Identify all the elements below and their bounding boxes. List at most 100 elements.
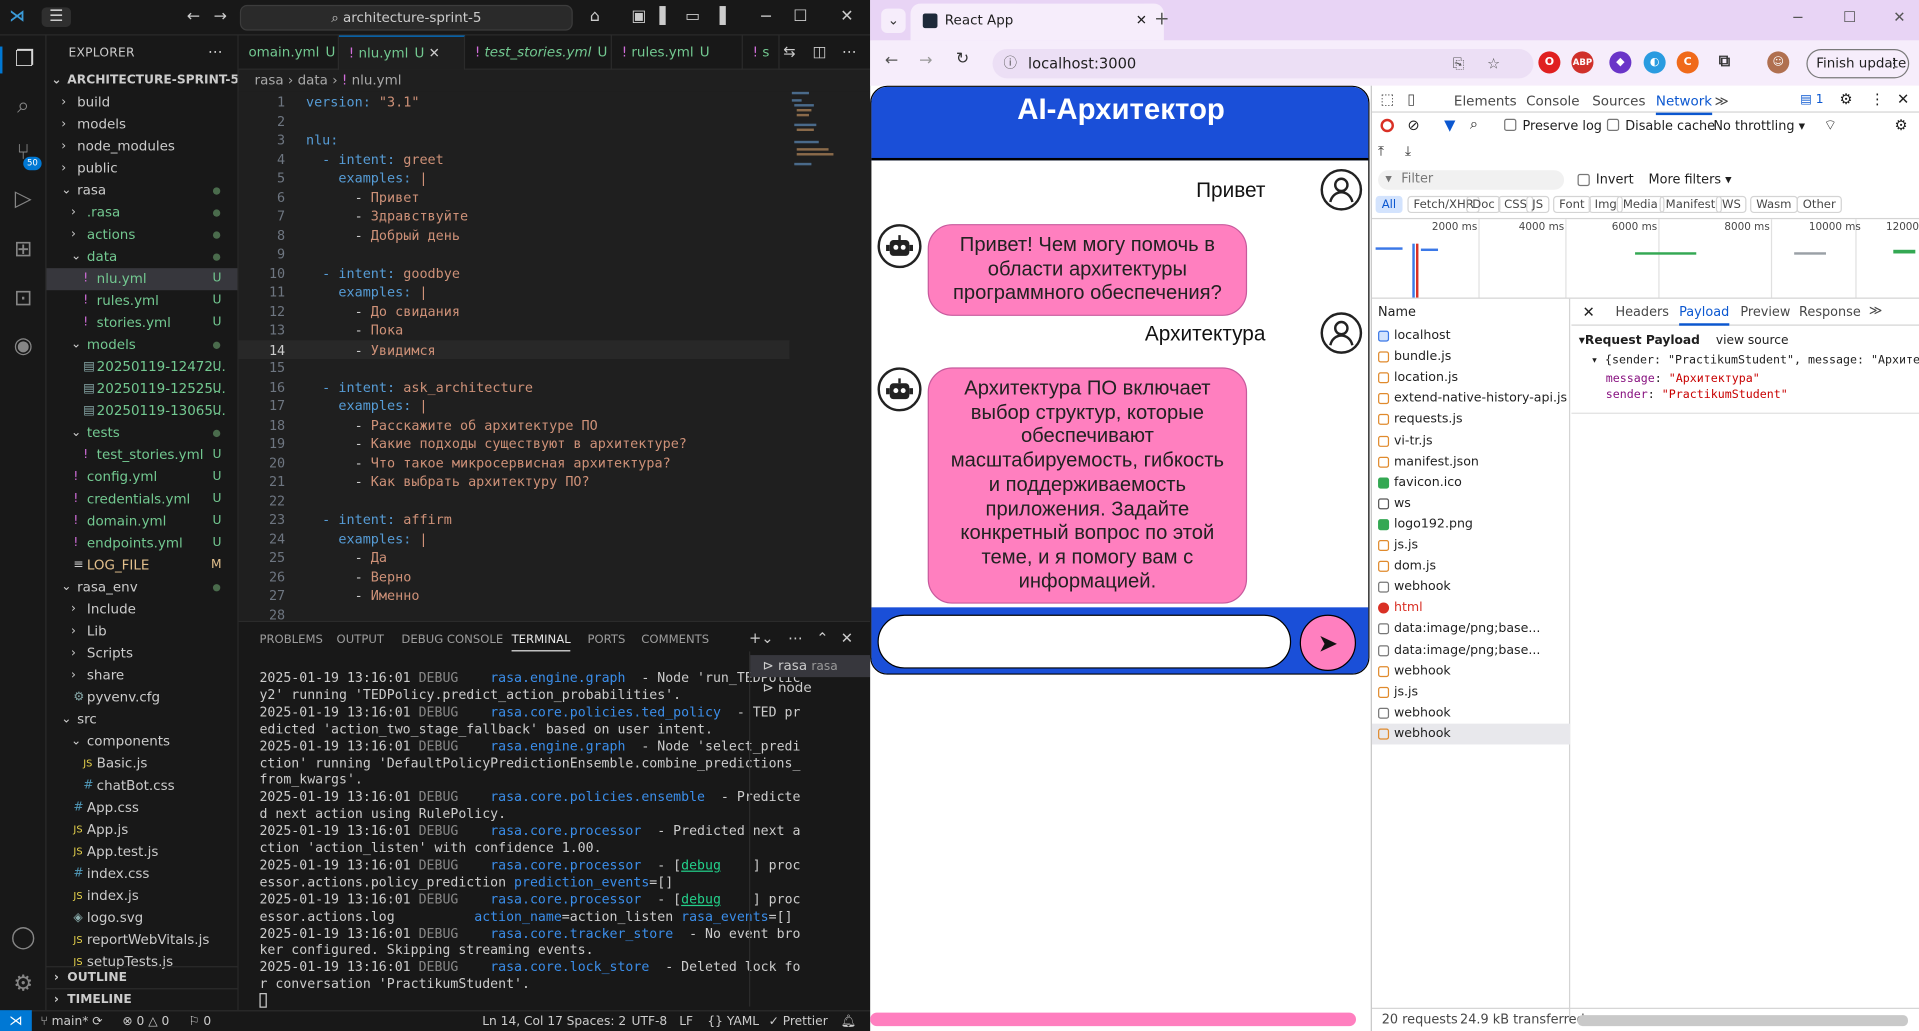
device-toolbar-icon[interactable]: ▯ [1407,91,1415,108]
file-tree-item[interactable]: ! test_stories.yml U [47,444,238,466]
editor-tab[interactable]: ! rules.yml U [612,35,743,70]
browser-back-icon[interactable]: ← [885,51,898,69]
invert-checkbox[interactable] [1577,173,1590,187]
export-har-icon[interactable]: ⤓ [1405,143,1411,160]
copilot-icon[interactable]: ⌂ [585,7,605,27]
site-info-icon[interactable]: ⓘ [1004,49,1017,78]
terminal-item-node[interactable]: ⊳ node [750,677,870,699]
panel-more-icon[interactable]: ⋯ [788,629,803,646]
request-payload-title[interactable]: ▾Request Payload [1579,334,1700,347]
file-tree-item[interactable]: ⌄ components [47,731,238,753]
chrome-maximize-icon[interactable]: ☐ [1843,9,1856,26]
toggle-secondary-icon[interactable]: ▐ [710,7,730,27]
tab-sources[interactable]: Sources [1592,93,1645,109]
file-tree-item[interactable]: # App.css [47,797,238,819]
file-tree-item[interactable]: ⚙ pyvenv.cfg [47,687,238,709]
outline-section[interactable]: › OUTLINE [46,966,238,988]
extension-opera-icon[interactable]: O [1538,51,1561,74]
minimap[interactable] [789,91,862,190]
file-tree-item[interactable]: › public [47,158,238,180]
back-arrow-icon[interactable]: ← [184,7,204,27]
editor-tab[interactable]: ! test_stories.yml U [465,35,612,70]
send-button[interactable]: ➤ [1299,614,1357,672]
timeline-section[interactable]: › TIMELINE [46,988,238,1010]
editor-tab[interactable]: ! s [743,35,780,70]
notifications-bell-icon[interactable]: 🔔︎ [841,1011,857,1031]
record-icon[interactable] [1380,118,1394,133]
settings-gear-icon[interactable]: ⚙ [10,971,37,998]
disable-cache-checkbox[interactable] [1606,118,1620,132]
request-row[interactable]: bundle.js [1372,347,1570,368]
request-row[interactable]: location.js [1372,368,1570,389]
terminal-output[interactable]: 2025-01-19 13:16:01 DEBUG rasa.engine.gr… [259,670,800,1013]
extensions-puzzle-icon[interactable]: ⧉ [1713,51,1735,73]
resource-type-chip[interactable]: Wasm [1750,195,1798,214]
panel-tab[interactable]: OUTPUT [337,633,384,646]
more-actions-icon[interactable]: ⋯ [208,43,223,60]
split-editor-icon[interactable]: ◫ [813,43,827,60]
remote-explorer-icon[interactable]: ⊡ [10,285,37,312]
tab-console[interactable]: Console [1526,93,1579,109]
request-row[interactable]: extend-native-history-api.js [1372,389,1570,410]
file-tree-item[interactable]: ▤ 20250119-13065... U [47,400,238,422]
file-tree-item[interactable]: ⌄ rasa_env [47,577,238,599]
tab-network[interactable]: Network [1655,93,1713,116]
finish-update-button[interactable]: Finish update ⋮ [1806,48,1910,79]
maximize-panel-icon[interactable]: ⌃ [816,629,828,646]
request-row[interactable]: html [1372,598,1570,619]
editor-more-icon[interactable]: ⋯ [842,43,857,60]
extensions-icon[interactable]: ⊞ [10,236,37,263]
profile-avatar[interactable]: ☺ [1767,51,1790,74]
request-row[interactable]: localhost [1372,326,1570,347]
network-conditions-icon[interactable]: ⌔ [1824,116,1838,134]
devtools-settings-icon[interactable]: ⚙ [1839,91,1852,108]
close-window-icon[interactable]: ✕ [837,7,857,27]
network-timeline[interactable]: 2000 ms 4000 ms 6000 ms 8000 ms 10000 ms 1200… [1371,217,1919,299]
request-row[interactable]: data:image/png;base... [1372,619,1570,640]
compare-icon[interactable]: ⇆ [783,43,795,60]
file-tree-item[interactable]: ! nlu.yml U [46,268,238,291]
payload-summary[interactable]: ▾ {sender: "PractikumStudent", message: … [1591,354,1919,367]
browser-forward-icon[interactable]: → [919,51,932,69]
request-row[interactable]: js.js [1372,535,1570,556]
file-tree-item[interactable]: ! domain.yml U [47,511,238,533]
request-row[interactable]: webhook [1372,577,1570,598]
file-tree-item[interactable]: › node_modules [47,136,238,158]
file-tree-item[interactable]: # index.css [47,863,238,885]
extension-purple-icon[interactable]: ◆ [1609,51,1632,74]
request-row[interactable]: webhook [1372,703,1570,724]
resource-type-chip[interactable]: Manifest [1659,195,1722,214]
resource-type-chip[interactable]: All [1375,195,1403,214]
browser-tab[interactable]: React App ✕ [910,3,1164,41]
extension-adblock-icon[interactable]: ABP [1571,51,1594,74]
preserve-log-checkbox[interactable] [1504,118,1517,132]
tab-elements[interactable]: Elements [1454,93,1517,109]
file-tree-item[interactable]: ! endpoints.yml U [47,533,238,555]
menu-icon[interactable]: ☰ [41,7,71,27]
toggle-sidebar-icon[interactable]: ▌ [656,7,676,27]
horizontal-scrollbar[interactable] [870,1012,1357,1027]
request-row[interactable]: ws [1372,493,1570,514]
editor-tab[interactable]: ! nlu.yml U ✕ [339,35,466,70]
file-tree-item[interactable]: JS Basic.js [47,753,238,775]
file-tree-item[interactable]: ⌄ tests [47,422,238,444]
file-tree-item[interactable]: ▤ 20250119-12525... U [47,378,238,400]
formatter[interactable]: ✓ Prettier [769,1011,828,1031]
editor-tab[interactable]: omain.yml U [239,35,340,70]
devtools-more-icon[interactable]: ⋮ [1870,91,1885,108]
run-debug-icon[interactable]: ▷ [10,186,37,213]
panel-tab[interactable]: PROBLEMS [259,633,322,646]
request-row[interactable]: requests.js [1372,409,1570,430]
file-tree-item[interactable]: › Include [47,599,238,621]
breadcrumb-item[interactable]: data [298,72,328,88]
file-tree-item[interactable]: ! config.yml U [47,467,238,489]
resource-type-chip[interactable]: Doc [1466,195,1501,214]
maximize-icon[interactable]: ☐ [791,7,811,27]
request-row[interactable]: data:image/png;base... [1372,640,1570,661]
name-column-header[interactable]: Name [1378,305,1416,320]
file-tree-item[interactable]: ⌄ rasa [47,180,238,202]
request-row[interactable]: manifest.json [1372,451,1570,472]
request-row[interactable]: webhook [1372,661,1570,682]
tab-payload[interactable]: Payload [1679,305,1730,326]
encoding[interactable]: UTF-8 [632,1011,668,1031]
